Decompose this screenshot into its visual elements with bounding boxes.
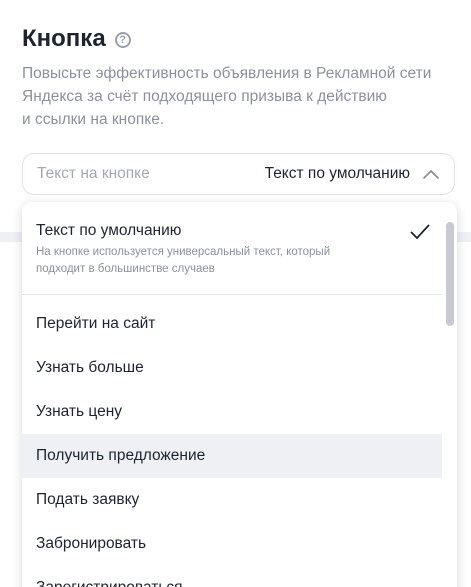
select-value: Текст по умолчанию (264, 165, 410, 182)
option-learn-price[interactable]: Узнать цену (22, 390, 442, 434)
option-default[interactable]: Текст по умолчанию На кнопке используетс… (22, 202, 442, 294)
option-default-title: Текст по умолчанию (36, 222, 182, 239)
option-get-offer[interactable]: Получить предложение (22, 434, 442, 478)
section-description: Повысьте эффективность объявления в Рекл… (22, 62, 462, 131)
option-default-description: На кнопке используется универсальный тек… (36, 244, 376, 278)
option-submit-request[interactable]: Подать заявку (22, 478, 442, 522)
section-title: Кнопка (22, 25, 106, 52)
option-go-to-site[interactable]: Перейти на сайт (22, 302, 442, 346)
option-description-line: подходит в большинстве случаев (36, 263, 215, 275)
description-line: Яндекса за счёт подходящего призыва к де… (22, 88, 387, 105)
dropdown-divider (22, 294, 442, 295)
option-list: Перейти на сайт Узнать больше Узнать цен… (22, 302, 442, 587)
option-book[interactable]: Забронировать (22, 522, 442, 566)
description-line: и ссылки на кнопке. (22, 111, 165, 128)
scrollbar-thumb[interactable] (446, 222, 454, 326)
option-learn-more[interactable]: Узнать больше (22, 346, 442, 390)
option-register[interactable]: Зарегистрироваться (22, 566, 442, 587)
option-description-line: На кнопке используется универсальный тек… (36, 246, 331, 258)
description-line: Повысьте эффективность объявления в Рекл… (22, 65, 432, 82)
question-circle-icon[interactable]: ? (114, 32, 131, 48)
select-label: Текст на кнопке (37, 165, 150, 182)
button-settings-panel: Кнопка ? Повысьте эффективность объявлен… (0, 0, 471, 587)
checkmark-icon (409, 222, 431, 242)
section-header: Кнопка ? (22, 24, 131, 54)
dropdown-menu: Текст по умолчанию На кнопке используетс… (22, 202, 457, 587)
chevron-up-icon[interactable] (422, 168, 440, 180)
button-text-select[interactable]: Текст на кнопке Текст по умолчанию (22, 153, 455, 195)
